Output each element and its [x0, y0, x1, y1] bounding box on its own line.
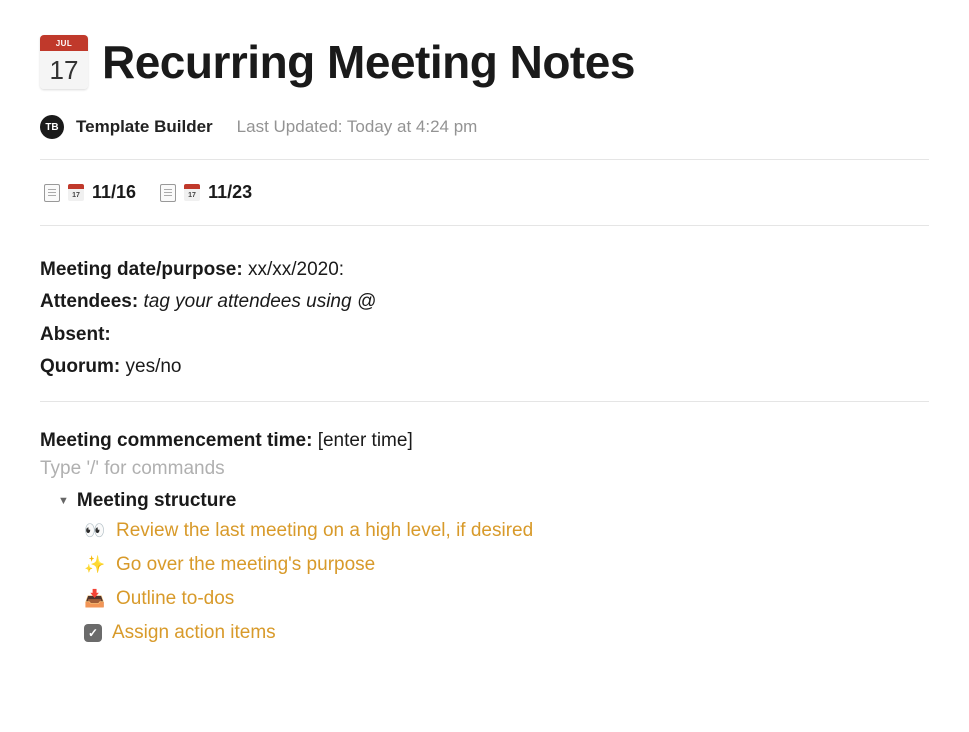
commencement-block: Meeting commencement time: [enter time] …	[40, 402, 929, 644]
structure-item-text: Go over the meeting's purpose	[116, 554, 375, 576]
meeting-date-label: Meeting date/purpose:	[40, 259, 243, 280]
structure-item-text: Review the last meeting on a high level,…	[116, 520, 533, 542]
eyes-icon: 👀	[84, 521, 106, 541]
calendar-icon: JUL 17	[40, 35, 88, 89]
quorum-label: Quorum:	[40, 356, 120, 377]
subpages-row: 17 11/16 17 11/23	[40, 160, 929, 225]
chevron-down-icon[interactable]: ▼	[58, 495, 69, 507]
last-updated: Last Updated: Today at 4:24 pm	[237, 117, 478, 137]
calendar-icon-month: JUL	[40, 35, 88, 51]
check-icon: ✓	[84, 624, 102, 642]
quorum-line[interactable]: Quorum: yes/no	[40, 351, 929, 383]
calendar-icon-day: 17	[40, 51, 88, 89]
commencement-value: [enter time]	[318, 430, 413, 451]
absent-label: Absent:	[40, 324, 111, 345]
structure-item[interactable]: 👀 Review the last meeting on a high leve…	[84, 520, 929, 542]
meta-row: TB Template Builder Last Updated: Today …	[40, 115, 929, 139]
structure-item[interactable]: ✨ Go over the meeting's purpose	[84, 554, 929, 576]
subpage-link[interactable]: 17 11/23	[160, 182, 252, 203]
author-avatar[interactable]: TB	[40, 115, 64, 139]
attendees-line[interactable]: Attendees: tag your attendees using @	[40, 286, 929, 318]
inbox-icon: 📥	[84, 589, 106, 609]
meeting-date-value: xx/xx/2020:	[248, 259, 344, 280]
meeting-date-line[interactable]: Meeting date/purpose: xx/xx/2020:	[40, 254, 929, 286]
structure-item-text: Assign action items	[112, 622, 276, 644]
subpage-label: 11/23	[208, 182, 252, 203]
sparkles-icon: ✨	[84, 555, 106, 575]
attendees-label: Attendees:	[40, 291, 138, 312]
command-placeholder[interactable]: Type '/' for commands	[40, 458, 929, 480]
calendar-icon: 17	[68, 184, 84, 201]
calendar-icon: 17	[184, 184, 200, 201]
page-icon	[160, 184, 176, 202]
structure-heading: Meeting structure	[77, 490, 236, 512]
meeting-info-block[interactable]: Meeting date/purpose: xx/xx/2020: Attend…	[40, 226, 929, 401]
commencement-line[interactable]: Meeting commencement time: [enter time]	[40, 430, 929, 452]
page-icon	[44, 184, 60, 202]
subpage-label: 11/16	[92, 182, 136, 203]
attendees-value: tag your attendees using @	[143, 291, 376, 312]
author-name[interactable]: Template Builder	[76, 117, 213, 137]
quorum-value: yes/no	[126, 356, 182, 377]
commencement-label: Meeting commencement time:	[40, 430, 312, 451]
page-title[interactable]: Recurring Meeting Notes	[102, 35, 635, 89]
title-row: JUL 17 Recurring Meeting Notes	[40, 35, 929, 89]
structure-items: 👀 Review the last meeting on a high leve…	[84, 520, 929, 644]
subpage-link[interactable]: 17 11/16	[44, 182, 136, 203]
structure-item[interactable]: ✓ Assign action items	[84, 622, 929, 644]
structure-item-text: Outline to-dos	[116, 588, 234, 610]
structure-heading-row[interactable]: ▼ Meeting structure	[58, 490, 929, 512]
absent-line[interactable]: Absent:	[40, 319, 929, 351]
structure-item[interactable]: 📥 Outline to-dos	[84, 588, 929, 610]
